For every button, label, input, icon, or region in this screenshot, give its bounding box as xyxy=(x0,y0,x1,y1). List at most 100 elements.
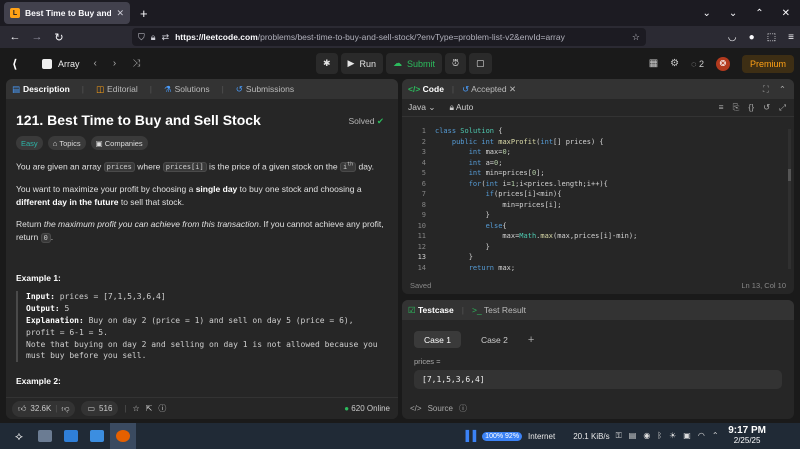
tab-test-result[interactable]: >_ Test Result xyxy=(472,305,526,315)
companies-chip[interactable]: ▣ Companies xyxy=(90,136,148,150)
debug-button[interactable]: ✱ xyxy=(316,53,338,74)
close-window-icon[interactable]: ✕ xyxy=(782,8,790,19)
browser-tab[interactable]: L Best Time to Buy and Sell ✕ xyxy=(4,2,130,24)
code-line[interactable]: int a=0; xyxy=(435,159,503,167)
code-line[interactable]: int max=0; xyxy=(435,148,511,156)
camera-icon[interactable]: ◉ xyxy=(643,431,650,441)
leetcode-logo-icon[interactable]: ⟨ xyxy=(12,57,24,71)
code-line[interactable]: int min=prices[0]; xyxy=(435,169,545,177)
code-line[interactable]: public int maxProfit(int[] prices) { xyxy=(435,138,604,146)
network-label[interactable]: Internet xyxy=(528,432,555,441)
shield-icon[interactable]: ⛉ xyxy=(138,32,145,43)
minimize-icon[interactable]: ⌄ xyxy=(729,8,737,19)
settings-icon[interactable]: ⚙ xyxy=(670,58,679,69)
help-icon[interactable]: ⓘ xyxy=(158,403,166,414)
bookmark-icon[interactable]: ⎘ xyxy=(733,102,740,113)
avatar[interactable]: ❂ xyxy=(715,56,730,71)
premium-button[interactable]: Premium xyxy=(741,54,794,73)
tray-expand-icon[interactable]: ⌃ xyxy=(712,431,719,441)
reload-icon[interactable]: ↻ xyxy=(48,31,70,44)
shuffle-icon[interactable]: ⤨ xyxy=(132,58,140,69)
close-tab-icon[interactable]: ✕ xyxy=(116,8,124,19)
settings-app-icon[interactable] xyxy=(32,423,58,449)
case-1-tab[interactable]: Case 1 xyxy=(414,331,461,348)
url-text[interactable]: https://leetcode.com/problems/best-time-… xyxy=(175,32,626,42)
pocket-icon[interactable]: ◡ xyxy=(728,32,737,43)
bookmark-star-icon[interactable]: ☆ xyxy=(632,32,640,43)
battery-indicator[interactable]: 100% 92% xyxy=(482,431,523,441)
maximize-panel-icon[interactable]: ⛶ xyxy=(763,84,769,95)
language-select[interactable]: Java ⌄ xyxy=(408,102,435,113)
tab-description[interactable]: ▤ Description xyxy=(12,84,70,95)
forward-icon[interactable]: → xyxy=(26,31,48,43)
favorite-star-icon[interactable]: ☆ xyxy=(132,404,139,413)
topics-chip[interactable]: ⌂ Topics xyxy=(47,136,86,150)
code-line[interactable]: for(int i=1;i<prices.length;i++){ xyxy=(435,180,608,188)
tab-accepted[interactable]: ↺ Accepted ✕ xyxy=(462,84,516,95)
layout-icon[interactable]: ▦ xyxy=(649,58,658,69)
maximize-icon[interactable]: ⌃ xyxy=(755,8,763,19)
notes-button[interactable]: ▢ xyxy=(469,53,492,74)
code-line[interactable]: if(prices[i]<min){ xyxy=(435,190,562,198)
permissions-icon[interactable]: ⇄ xyxy=(162,32,170,43)
reset-icon[interactable]: ↺ xyxy=(763,102,770,113)
problem-title[interactable]: 121. Best Time to Buy and Sell Stock xyxy=(16,112,388,128)
code-editor[interactable]: 1 class Solution { 2 public int maxProfi… xyxy=(402,123,794,273)
collapse-panel-icon[interactable]: ⌃ xyxy=(779,84,786,95)
close-tab-icon[interactable]: ✕ xyxy=(509,84,516,94)
clock[interactable]: 9:17 PM 2/25/25 xyxy=(728,425,766,445)
next-problem-icon[interactable]: › xyxy=(113,58,116,69)
lock-icon[interactable]: 🔒︎ xyxy=(151,32,156,43)
url-bar[interactable]: ⛉ 🔒︎ ⇄ https://leetcode.com/problems/bes… xyxy=(132,28,646,46)
case-2-tab[interactable]: Case 2 xyxy=(471,331,518,348)
brightness-icon[interactable]: ☀ xyxy=(669,431,676,441)
code-line[interactable]: } xyxy=(435,243,490,251)
problem-list-button[interactable]: Array xyxy=(42,58,80,69)
braces-icon[interactable]: {} xyxy=(748,102,754,113)
back-icon[interactable]: ← xyxy=(4,31,26,43)
add-case-icon[interactable]: + xyxy=(528,334,534,346)
tab-list-icon[interactable]: ⌄ xyxy=(702,8,710,19)
code-line[interactable]: max=Math.max(max,prices[i]-min); xyxy=(435,232,637,240)
testcase-input[interactable]: [7,1,5,3,6,4] xyxy=(414,370,782,389)
share-icon[interactable]: ⇱ xyxy=(146,404,153,413)
store-app-icon[interactable] xyxy=(58,423,84,449)
tab-editorial[interactable]: ◫ Editorial xyxy=(96,84,138,95)
vpn-icon[interactable]: ⚿ xyxy=(616,431,622,441)
autocomplete-toggle[interactable]: 🔒︎ Auto xyxy=(449,102,473,113)
code-line[interactable]: min=prices[i]; xyxy=(435,201,561,209)
format-icon[interactable]: ≡ xyxy=(719,102,724,113)
screen-icon[interactable]: ▣ xyxy=(683,431,691,441)
comments-button[interactable]: ▭ 516 xyxy=(81,401,119,416)
source-button[interactable]: Source xyxy=(428,404,453,413)
files-app-icon[interactable] xyxy=(84,423,110,449)
activity-icon[interactable]: ▐▐ xyxy=(462,431,476,442)
tab-testcase[interactable]: ☑ Testcase xyxy=(408,305,454,316)
code-line[interactable]: return max; xyxy=(435,264,515,272)
fullscreen-icon[interactable]: ⤢ xyxy=(779,102,786,113)
prev-problem-icon[interactable]: ‹ xyxy=(94,58,97,69)
tab-submissions[interactable]: ↺ Submissions xyxy=(236,84,294,95)
account-icon[interactable]: ● xyxy=(749,32,755,43)
like-button[interactable]: 👍︎ 32.6K | 👎︎ xyxy=(12,400,76,417)
code-line[interactable]: } xyxy=(435,211,490,219)
code-line[interactable]: } xyxy=(435,253,473,261)
firefox-app-icon[interactable] xyxy=(110,423,136,449)
extensions-icon[interactable]: ⬚ xyxy=(767,32,776,43)
app-launcher-icon[interactable]: ⟡ xyxy=(6,423,32,449)
timer-button[interactable]: ⏰︎ xyxy=(445,53,467,74)
menu-icon[interactable]: ≡ xyxy=(788,32,794,43)
new-tab-button[interactable]: + xyxy=(140,6,148,21)
editor-scrollbar[interactable] xyxy=(788,129,791,269)
streak-counter[interactable]: ◌ 2 xyxy=(691,59,704,69)
code-line[interactable]: class Solution { xyxy=(435,127,502,135)
submit-button[interactable]: ☁ Submit xyxy=(385,53,442,74)
code-line[interactable]: else{ xyxy=(435,222,507,230)
clipboard-icon[interactable]: ▤ xyxy=(629,431,637,441)
bluetooth-icon[interactable]: ᛒ xyxy=(657,431,662,441)
tab-solutions[interactable]: ⚗ Solutions xyxy=(164,84,210,95)
tab-code[interactable]: </> Code xyxy=(408,84,444,94)
help-icon[interactable]: ⓘ xyxy=(459,403,467,414)
run-button[interactable]: ▶ Run xyxy=(340,53,383,74)
wifi-icon[interactable]: ◠ xyxy=(698,431,705,441)
